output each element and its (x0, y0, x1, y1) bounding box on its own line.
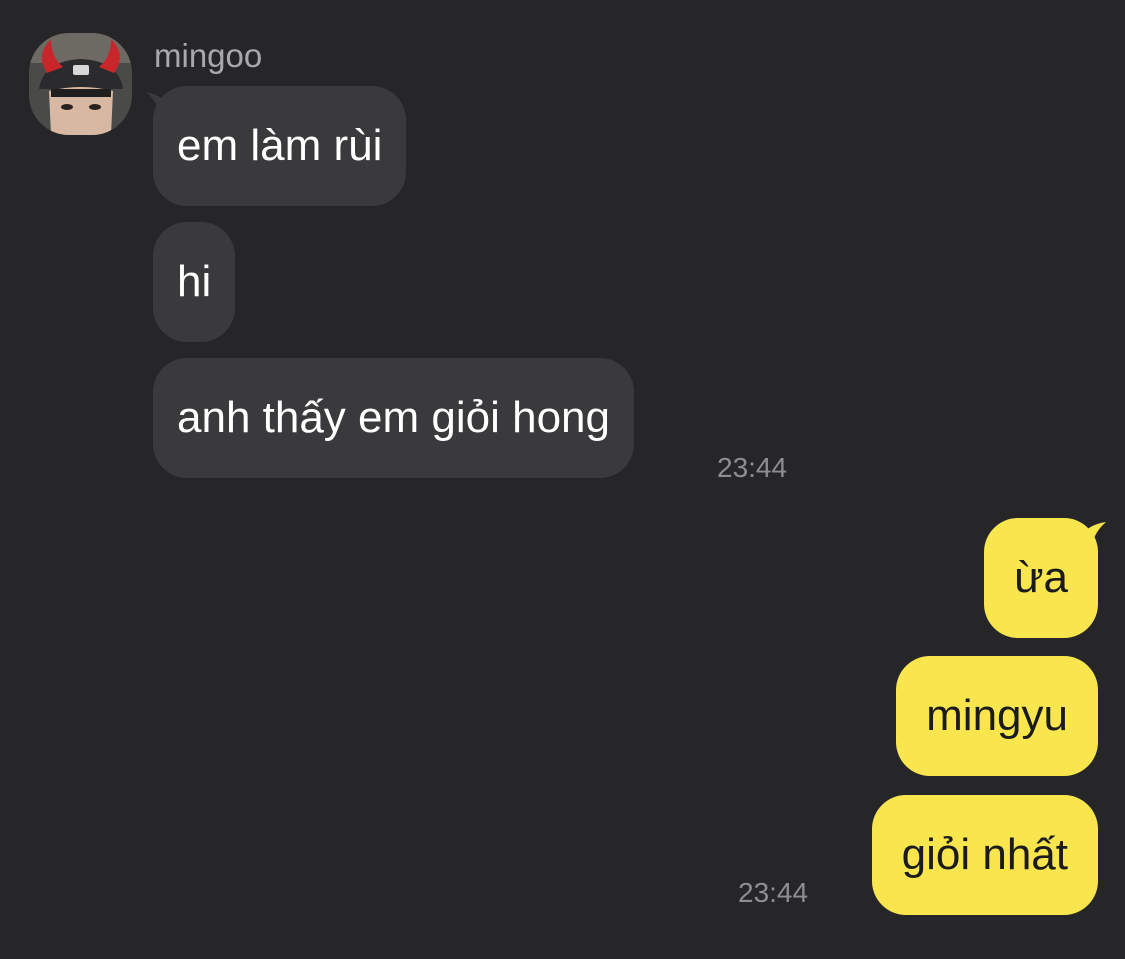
outgoing-bubble-tail-icon (1084, 522, 1106, 550)
incoming-bubble-tail-icon (146, 92, 166, 118)
message-text: ừa (1014, 553, 1068, 602)
incoming-timestamp: 23:44 (717, 452, 788, 483)
incoming-message[interactable]: hi (153, 222, 236, 342)
message-text: anh thấy em giỏi hong (177, 393, 610, 442)
avatar-photo-icon (29, 33, 132, 135)
outgoing-message[interactable]: ừa (984, 518, 1098, 638)
message-text: hi (177, 257, 212, 306)
outgoing-message[interactable]: mingyu (896, 656, 1098, 776)
incoming-message[interactable]: em làm rùi (153, 86, 407, 206)
outgoing-timestamp: 23:44 (738, 877, 809, 908)
message-text: em làm rùi (177, 121, 383, 170)
outgoing-message[interactable]: giỏi nhất (871, 795, 1098, 915)
message-text: mingyu (926, 691, 1068, 740)
message-text: giỏi nhất (901, 830, 1068, 879)
incoming-message[interactable]: anh thấy em giỏi hong (153, 358, 634, 478)
sender-name: mingoo (154, 37, 263, 74)
sender-avatar[interactable] (29, 33, 132, 135)
